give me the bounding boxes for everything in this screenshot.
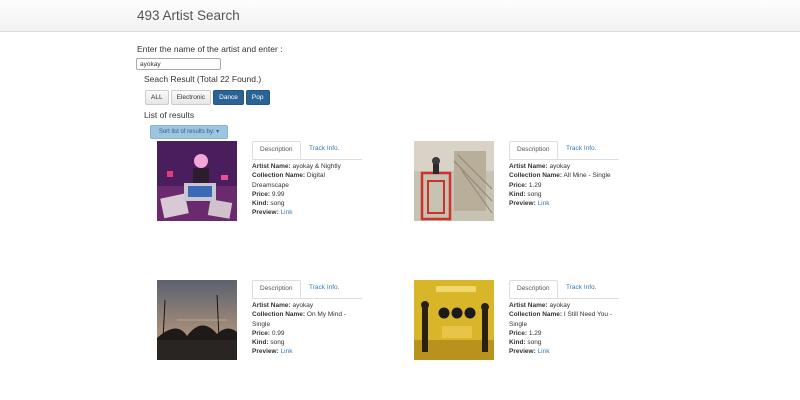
album-cover-image[interactable] [157,280,237,360]
preview-link[interactable]: Link [538,200,550,207]
result-card: Description Track Info. Artist Name: ayo… [414,280,634,370]
artist-name-row: Artist Name: ayokay [509,302,571,309]
tab-description[interactable]: Description [509,280,558,298]
collection-name-row: Collection Name: All Mine - Single [509,172,611,180]
list-title: List of results [144,110,195,120]
kind-row: Kind: song [252,200,285,208]
top-navbar: 493 Artist Search [0,0,800,32]
tab-description[interactable]: Description [252,280,301,298]
filter-dance-button[interactable]: Dance [213,90,244,105]
artist-name-row: Artist Name: ayokay [509,163,571,170]
tab-description[interactable]: Description [509,141,558,159]
track-details: Artist Name: ayokay Collection Name: On … [252,301,362,357]
price-row: Price: 1.29 [509,181,542,189]
price-row: Price: 0.99 [252,329,285,337]
tab-track-info[interactable]: Track Info. [302,141,346,159]
detail-tabs: Description Track Info. [509,141,619,160]
filter-pop-button[interactable]: Pop [245,90,270,105]
preview-link[interactable]: Link [538,348,550,355]
artist-name-row: Artist Name: ayokay [252,302,314,309]
collection-name-row: Collection Name: Digital Dreamscape [252,172,325,189]
tab-track-info[interactable]: Track Info. [302,280,346,298]
tab-description[interactable]: Description [252,141,301,159]
preview-link[interactable]: Link [281,348,293,355]
filter-electronic-button[interactable]: Electronic [170,90,212,105]
result-card: Description Track Info. Artist Name: ayo… [414,141,634,231]
artist-name-row: Artist Name: ayokay & Nightly [252,163,341,170]
artist-search-input[interactable] [136,58,221,70]
track-details: Artist Name: ayokay Collection Name: I S… [509,301,619,357]
track-details: Artist Name: ayokay & Nightly Collection… [252,162,362,218]
genre-filter-group: ALL Electronic Dance Pop [145,90,272,105]
preview-link[interactable]: Link [281,209,293,216]
kind-row: Kind: song [252,339,285,347]
album-cover-image[interactable] [414,141,494,221]
search-prompt: Enter the name of the artist and enter : [137,44,283,54]
track-details: Artist Name: ayokay Collection Name: All… [509,162,619,208]
kind-row: Kind: song [509,190,542,198]
price-row: Price: 9.99 [252,190,285,198]
result-card: Description Track Info. Artist Name: ayo… [157,280,377,370]
filter-all-button[interactable]: ALL [145,90,169,105]
preview-row: Preview: Link [252,209,293,217]
preview-row: Preview: Link [252,348,293,356]
sort-dropdown-button[interactable]: Sort list of results by: ▾ [150,125,228,139]
detail-tabs: Description Track Info. [252,280,362,299]
app-title[interactable]: 493 Artist Search [137,8,240,23]
collection-name-row: Collection Name: On My Mind - Single [252,311,346,328]
detail-tabs: Description Track Info. [509,280,619,299]
album-cover-image[interactable] [414,280,494,360]
collection-name-row: Collection Name: I Still Need You - Sing… [509,311,612,328]
result-card: Description Track Info. Artist Name: ayo… [157,141,377,231]
price-row: Price: 1.29 [509,329,542,337]
tab-track-info[interactable]: Track Info. [559,280,603,298]
album-cover-image[interactable] [157,141,237,221]
preview-row: Preview: Link [509,200,550,208]
kind-row: Kind: song [509,339,542,347]
detail-tabs: Description Track Info. [252,141,362,160]
preview-row: Preview: Link [509,348,550,356]
tab-track-info[interactable]: Track Info. [559,141,603,159]
result-summary: Seach Result (Total 22 Found.) [144,74,262,84]
